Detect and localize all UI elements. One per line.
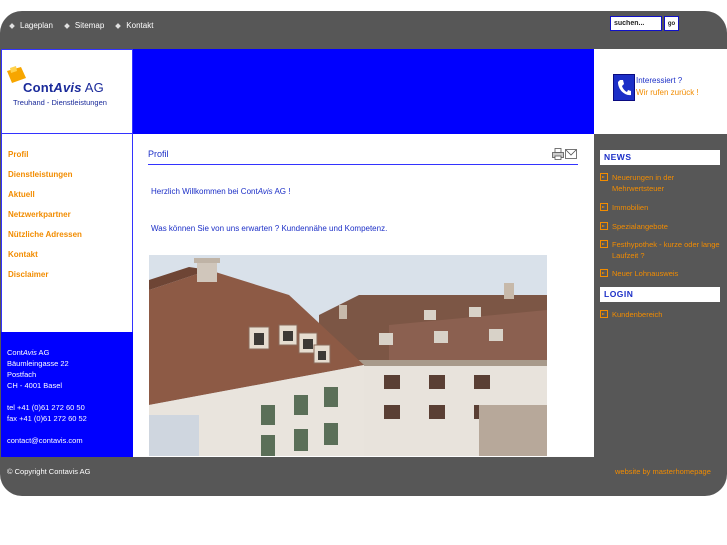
diamond-bullet-icon [9,22,15,29]
title-divider [148,164,578,165]
print-icon[interactable] [552,148,564,160]
search-form: go [610,16,679,31]
sidebar-item-nuetzliche-adressen[interactable]: Nützliche Adressen [2,230,132,250]
sidebar-item-netzwerkpartner[interactable]: Netzwerkpartner [2,210,132,230]
topnav-sitemap[interactable]: Sitemap [64,21,104,30]
search-input[interactable] [610,16,662,31]
expectation-text: Was können Sie von uns erwarten ? Kunden… [151,224,388,233]
sidebar-item-disclaimer[interactable]: Disclaimer [2,270,132,290]
sidebar-item-dienstleistungen[interactable]: Dienstleistungen [2,170,132,190]
arrow-box-icon [600,310,608,318]
address-email[interactable]: contact@contavis.com [7,435,133,446]
arrow-box-icon [600,173,608,181]
arrow-box-icon [600,203,608,211]
address-city: CH - 4001 Basel [7,381,63,390]
header-banner [133,49,594,134]
company-address: ContAvis AG Bäumleingasse 22 Postfach CH… [1,332,133,457]
sidebar-item-aktuell[interactable]: Aktuell [2,190,132,210]
callback-link[interactable]: Wir rufen zurück ! [636,88,699,97]
topnav-kontakt[interactable]: Kontakt [115,21,153,30]
sidebar-navigation: Profil Dienstleistungen Aktuell Netzwerk… [1,134,133,332]
welcome-text: Herzlich Willkommen bei ContAvis AG ! [151,187,291,196]
copyright-text: © Copyright Contavis AG [7,467,91,476]
sidebar-item-kontakt[interactable]: Kontakt [2,250,132,270]
logo-name: ContAvis AG [23,80,104,95]
address-company: ContAvis AG [7,348,50,357]
news-item[interactable]: Neuer Lohnausweis [600,268,720,279]
diamond-bullet-icon [115,22,122,29]
page-title: Profil [148,149,169,159]
address-po: Postfach [7,370,37,379]
news-heading: NEWS [600,150,720,165]
news-item[interactable]: Immobilien [600,202,720,213]
diamond-bullet-icon [64,22,70,29]
basel-rooftops-photo [149,255,547,456]
login-heading: LOGIN [600,287,720,302]
news-item[interactable]: Spezialangebote [600,221,720,232]
callback-question: Interessiert ? [636,76,683,85]
login-item-kundenbereich[interactable]: Kundenbereich [600,309,720,320]
sidebar-item-profil[interactable]: Profil [2,150,132,170]
logo-tagline: Treuhand - Dienstleistungen [13,98,107,107]
news-item[interactable]: Neuerungen in der Mehrwertsteuer [600,172,720,194]
topnav-lageplan[interactable]: Lageplan [9,21,53,30]
logo[interactable]: ContAvis AG Treuhand - Dienstleistungen [1,49,133,134]
address-fax: fax +41 (0)61 272 60 52 [7,414,87,423]
search-go-button[interactable]: go [664,16,679,31]
top-navigation: Lageplan Sitemap Kontakt [9,21,153,30]
address-street: Bäumleingasse 22 [7,359,69,368]
main-content: Profil Herzlich Willkommen bei ContAvis … [133,134,594,457]
arrow-box-icon [600,240,608,248]
address-tel: tel +41 (0)61 272 60 50 [7,403,85,412]
mail-icon[interactable] [565,149,577,159]
callback-box[interactable]: Interessiert ? Wir rufen zurück ! [594,49,727,134]
website-credit-link[interactable]: website by masterhomepage [615,467,711,476]
news-item[interactable]: Festhypothek - kurze oder lange Laufzeit… [600,239,720,261]
arrow-box-icon [600,269,608,277]
phone-icon [613,74,635,101]
arrow-box-icon [600,222,608,230]
